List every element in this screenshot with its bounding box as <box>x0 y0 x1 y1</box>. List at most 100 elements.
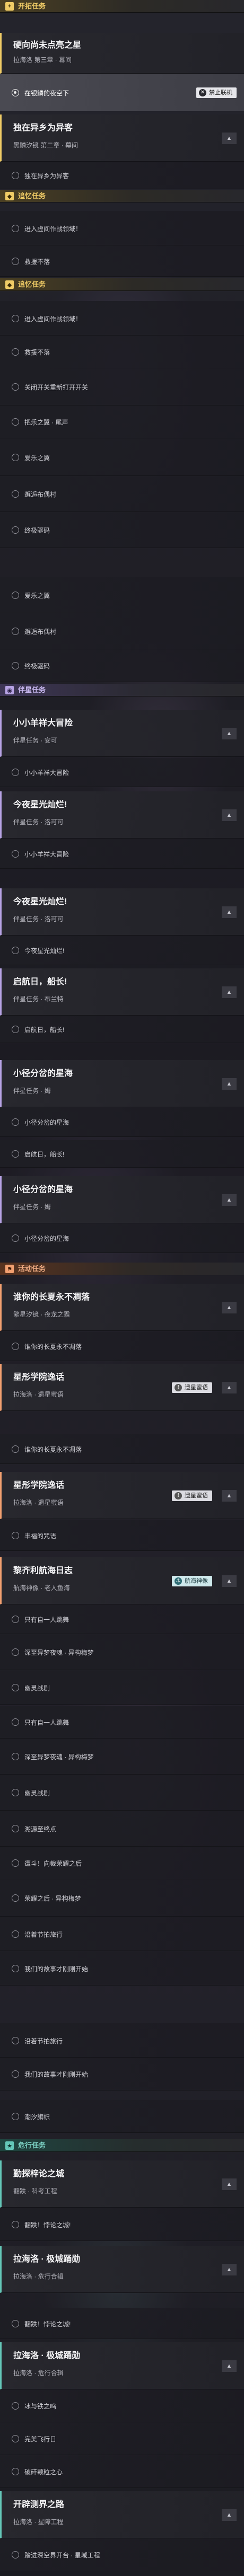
mission-entry[interactable]: 拉海洛 · 极城踊勋 拉海洛 · 危行合辑 ▲ <box>0 2342 244 2389</box>
mission-entry[interactable]: 硬向尚未点亮之星 拉海洛 第三章 · 幕间 <box>0 33 244 74</box>
radio-indicator[interactable] <box>12 1965 19 1972</box>
sub-mission-item[interactable]: 救援不落 <box>0 336 244 368</box>
radio-indicator[interactable] <box>12 89 19 96</box>
radio-indicator[interactable] <box>12 1753 19 1760</box>
sub-mission-item[interactable]: 关闭开关重新打开开关 <box>0 368 244 405</box>
sub-mission-item[interactable]: 小小羊祥大冒险 <box>0 757 244 787</box>
sub-mission-item[interactable]: 翻跌！悖论之城! <box>0 2308 244 2339</box>
sub-mission-item[interactable]: 破碎颗粒之心 <box>0 2455 244 2488</box>
sub-mission-item[interactable]: 沿着节拍旅行 <box>0 1917 244 1951</box>
sub-mission-item[interactable]: 小径分岔的星海 <box>0 1223 244 1253</box>
radio-indicator[interactable] <box>12 2435 19 2442</box>
radio-indicator[interactable] <box>12 1718 19 1726</box>
sub-mission-item[interactable]: 把乐之翼 · 尾声 <box>0 405 244 438</box>
chevron-up-icon[interactable]: ▲ <box>222 986 237 998</box>
sub-mission-item[interactable]: 只有自一人跳舞 <box>0 1706 244 1739</box>
radio-indicator[interactable] <box>12 2320 19 2327</box>
radio-indicator[interactable] <box>12 348 19 356</box>
mission-entry[interactable]: 开辟测界之路 拉海洛 · 星障工程 ▲ <box>0 2491 244 2538</box>
radio-indicator[interactable] <box>12 2468 19 2475</box>
sub-mission-item[interactable]: 进入虚间作战领域！ <box>0 301 244 336</box>
sub-mission-item[interactable]: 我们的故事才刚刚开始 <box>0 2058 244 2090</box>
radio-indicator[interactable] <box>12 1118 19 1126</box>
radio-indicator[interactable] <box>12 1930 19 1938</box>
sub-mission-item[interactable]: 沿着节拍旅行 <box>0 2023 244 2058</box>
sub-mission-item[interactable]: 小径分岔的星海 <box>0 1107 244 1137</box>
chevron-up-icon[interactable]: ▲ <box>222 809 237 821</box>
sub-mission-item[interactable]: 邂逅布偶村 <box>0 613 244 649</box>
radio-indicator[interactable] <box>12 2070 19 2078</box>
radio-indicator[interactable] <box>12 1825 19 1832</box>
radio-indicator[interactable] <box>12 225 19 232</box>
sub-mission-item[interactable]: 终极驱码 <box>0 649 244 682</box>
sub-mission-item[interactable]: 邂逅布偶村 <box>0 476 244 512</box>
chevron-up-icon[interactable]: ▲ <box>222 906 237 918</box>
sub-mission-item[interactable]: 爱乐之翼 <box>0 438 244 476</box>
chevron-up-icon[interactable]: ▲ <box>222 728 237 739</box>
sub-mission-item[interactable]: 救援不落 <box>0 245 244 277</box>
radio-indicator[interactable] <box>12 490 19 498</box>
sub-mission-item[interactable]: 终极驱码 <box>0 512 244 548</box>
sub-mission-item[interactable]: 小小羊祥大冒险 <box>0 839 244 869</box>
radio-indicator[interactable] <box>12 2037 19 2044</box>
sub-mission-item[interactable]: 在银鳞的夜空下 ✕ 禁止联机 <box>0 74 244 111</box>
radio-indicator[interactable] <box>12 454 19 461</box>
sub-mission-item[interactable]: 翻跌！悖论之城! <box>0 2208 244 2241</box>
radio-indicator[interactable] <box>12 592 19 599</box>
sub-mission-item[interactable]: 我们的故事才刚刚开始 <box>0 1951 244 1986</box>
radio-indicator[interactable] <box>12 1648 19 1656</box>
category-header[interactable]: ◆ 追忆任务 <box>0 190 244 202</box>
radio-indicator[interactable] <box>12 2551 19 2559</box>
radio-indicator[interactable] <box>12 418 19 426</box>
radio-indicator[interactable] <box>12 383 19 391</box>
sub-mission-item[interactable]: 今夜星光灿烂! <box>0 936 244 965</box>
sub-mission-item[interactable]: 独在异乡为异客 <box>0 162 244 189</box>
sub-mission-item[interactable]: 谁你的长夏永不凋落 <box>0 1434 244 1464</box>
chevron-up-icon[interactable]: ▲ <box>222 2360 237 2372</box>
sub-mission-item[interactable]: 谁你的长夏永不凋落 <box>0 1331 244 1361</box>
sub-mission-item[interactable]: 溯源至终点 <box>0 1811 244 1847</box>
chevron-up-icon[interactable]: ▲ <box>222 2509 237 2521</box>
category-header[interactable]: + 开拓任务 <box>0 0 244 13</box>
radio-indicator[interactable] <box>12 850 19 858</box>
chevron-up-icon[interactable]: ▲ <box>222 133 237 144</box>
chevron-up-icon[interactable]: ▲ <box>222 2178 237 2190</box>
sub-mission-item[interactable]: 冰与铁之鸣 <box>0 2389 244 2422</box>
chevron-up-icon[interactable]: ▲ <box>222 1302 237 1313</box>
mission-entry[interactable]: 今夜星光灿烂! 伴星任务 · 洛可可 ▲ <box>0 791 244 839</box>
sub-mission-item[interactable]: 深至异梦夜魂 · 异构梅梦 <box>0 1634 244 1670</box>
radio-indicator[interactable] <box>12 172 19 179</box>
radio-indicator[interactable] <box>12 315 19 322</box>
sub-mission-item[interactable]: 幽灵战剧 <box>0 1670 244 1705</box>
mission-entry[interactable]: 今夜星光灿烂! 伴星任务 · 洛可可 ▲ <box>0 888 244 936</box>
radio-indicator[interactable] <box>12 258 19 265</box>
sub-mission-item[interactable]: 踏进深空界开台 · 星域工程 <box>0 2538 244 2571</box>
chevron-up-icon[interactable]: ▲ <box>222 1382 237 1393</box>
chevron-up-icon[interactable]: ▲ <box>222 2264 237 2275</box>
sub-mission-item[interactable]: 完美飞行日 <box>0 2422 244 2455</box>
radio-indicator[interactable] <box>12 1532 19 1539</box>
category-header[interactable]: ◉ 伴星任务 <box>0 684 244 696</box>
chevron-up-icon[interactable]: ▲ <box>222 1575 237 1587</box>
category-header[interactable]: ◆ 追忆任务 <box>0 278 244 291</box>
chevron-up-icon[interactable]: ▲ <box>222 1490 237 1502</box>
radio-indicator[interactable] <box>12 947 19 954</box>
sub-mission-item[interactable]: 爱乐之翼 <box>0 577 244 613</box>
sub-mission-item[interactable]: 深至异梦夜魂 · 异构梅梦 <box>0 1739 244 1775</box>
mission-entry[interactable]: 小径分岔的星海 伴星任务 · 姆 ▲ <box>0 1176 244 1223</box>
radio-indicator[interactable] <box>12 2221 19 2228</box>
category-header[interactable]: ★ 危行任务 <box>0 2139 244 2152</box>
radio-indicator[interactable] <box>12 1684 19 1691</box>
sub-mission-item[interactable]: 幽灵战剧 <box>0 1775 244 1811</box>
sub-mission-item[interactable]: 丰福的咒语 <box>0 1520 244 1551</box>
sub-mission-item[interactable]: 潮汐旗帜 <box>0 2100 244 2133</box>
radio-indicator[interactable] <box>12 1616 19 1623</box>
sub-mission-item[interactable]: 荣耀之后 · 异构梅梦 <box>0 1879 244 1917</box>
mission-entry[interactable]: 谁你的长夏永不凋落 繁星汐镜 · 夜龙之霜 ▲ <box>0 1284 244 1331</box>
mission-entry[interactable]: 小小羊祥大冒险 伴星任务 · 安可 ▲ <box>0 710 244 757</box>
category-header[interactable]: ⚑ 活动任务 <box>0 1263 244 1275</box>
radio-indicator[interactable] <box>12 1894 19 1902</box>
mission-entry[interactable]: 勤探梓论之城 翻跌 · 科考工程 ▲ <box>0 2160 244 2208</box>
mission-entry[interactable]: 星彤学院逸话 拉海洛 · 遗星蜜语 ▲! 遗星蜜语 <box>0 1364 244 1411</box>
sub-mission-item[interactable]: 启航日，船长! <box>0 1016 244 1043</box>
